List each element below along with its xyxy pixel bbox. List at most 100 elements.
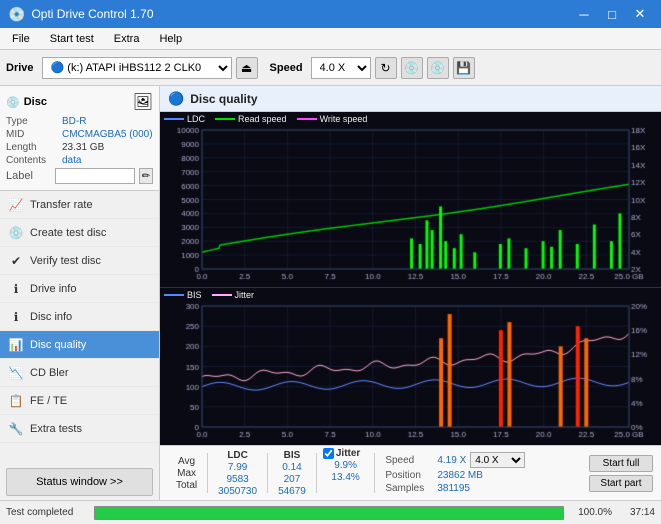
bis-chart-canvas <box>160 288 661 445</box>
max-row-label: Max <box>176 468 197 479</box>
disc-type-row: Type BD-R <box>6 116 153 127</box>
avg-jitter: 9.9% <box>323 460 368 471</box>
samples-row: Samples 381195 <box>385 483 525 494</box>
nav-verify-test-label: Verify test disc <box>30 255 101 267</box>
max-bis: 207 <box>278 474 306 485</box>
ldc-label: LDC <box>187 114 205 124</box>
bis-col-header: BIS <box>278 450 306 461</box>
progress-pct: 100.0% <box>572 507 612 518</box>
progress-bar-inner <box>95 507 563 519</box>
ldc-col-header: LDC <box>218 450 257 461</box>
max-ldc: 9583 <box>218 474 257 485</box>
nav-cd-bler[interactable]: 📉 CD Bler <box>0 359 159 387</box>
menu-extra[interactable]: Extra <box>106 31 148 47</box>
jitter-checkbox[interactable] <box>323 448 334 459</box>
legend-bis: BIS <box>164 290 202 300</box>
status-window-button[interactable]: Status window >> <box>6 468 153 496</box>
disc-button-1[interactable]: 💿 <box>401 57 423 79</box>
main-area: 💿 Disc 🖼 Type BD-R MID CMCMAGBA5 (000) L… <box>0 86 661 500</box>
refresh-button[interactable]: ↻ <box>375 57 397 79</box>
maximize-button[interactable]: □ <box>599 3 625 25</box>
progress-bar-outer <box>94 506 564 520</box>
content-header: 🔵 Disc quality <box>160 86 661 112</box>
speed-position-section: Speed 4.19 X 4.0 X Position 23862 MB Sam… <box>377 452 533 494</box>
legend-ldc: LDC <box>164 114 205 124</box>
disc-length-row: Length 23.31 GB <box>6 142 153 153</box>
minimize-button[interactable]: ─ <box>571 3 597 25</box>
nav-transfer-rate-label: Transfer rate <box>30 199 93 211</box>
drive-label: Drive <box>6 62 34 74</box>
samples-label: Samples <box>385 483 433 494</box>
nav-disc-quality[interactable]: 📊 Disc quality <box>0 331 159 359</box>
disc-button-2[interactable]: 💿 <box>427 57 449 79</box>
start-part-button[interactable]: Start part <box>589 475 653 492</box>
start-full-button[interactable]: Start full <box>589 455 653 472</box>
speed-label: Speed <box>270 62 303 74</box>
jitter-label2: Jitter <box>235 290 255 300</box>
extra-tests-icon: 🔧 <box>8 422 24 436</box>
disc-contents-row: Contents data <box>6 155 153 166</box>
stats-headers: Avg Max Total <box>168 455 205 491</box>
titlebar-left: 💿 Opti Drive Control 1.70 <box>8 6 154 23</box>
disc-icon-area: 💿 Disc <box>6 96 47 109</box>
bis-color <box>164 294 184 296</box>
max-jitter: 13.4% <box>323 472 368 483</box>
chart1-legend: LDC Read speed Write speed <box>164 114 367 124</box>
speed-select[interactable]: 4.0 X <box>470 452 525 468</box>
stats-ldc-col: LDC 7.99 9583 3050730 <box>210 450 265 497</box>
write-label: Write speed <box>320 114 368 124</box>
speed-selector[interactable]: 4.0 X <box>311 57 371 79</box>
close-button[interactable]: ✕ <box>627 3 653 25</box>
menubar: File Start test Extra Help <box>0 28 661 50</box>
position-row: Position 23862 MB <box>385 470 525 481</box>
nav-items: 📈 Transfer rate 💿 Create test disc ✔ Ver… <box>0 191 159 443</box>
nav-create-test[interactable]: 💿 Create test disc <box>0 219 159 247</box>
save-button[interactable]: 💾 <box>453 57 475 79</box>
jitter-checkbox-row: Jitter <box>323 448 360 459</box>
ldc-color <box>164 118 184 120</box>
disc-mid-row: MID CMCMAGBA5 (000) <box>6 129 153 140</box>
eject-button[interactable]: ⏏ <box>236 57 258 79</box>
nav-create-test-label: Create test disc <box>30 227 106 239</box>
disc-label-row: Label ✏ <box>6 168 153 184</box>
legend-jitter: Jitter <box>212 290 255 300</box>
speed-stat-val: 4.19 X <box>437 455 466 466</box>
disc-header: 💿 Disc 🖼 <box>6 92 153 112</box>
speed-stat-label: Speed <box>385 455 433 466</box>
charts-area: LDC Read speed Write speed <box>160 112 661 445</box>
menu-help[interactable]: Help <box>151 31 190 47</box>
disc-quality-icon: 📊 <box>8 338 24 352</box>
contents-label: Contents <box>6 155 58 166</box>
jitter-color <box>212 294 232 296</box>
nav-transfer-rate[interactable]: 📈 Transfer rate <box>0 191 159 219</box>
content-area: 🔵 Disc quality LDC Read speed <box>160 86 661 500</box>
transfer-rate-icon: 📈 <box>8 198 24 212</box>
progressbar-area: Test completed 100.0% 37:14 <box>0 500 661 524</box>
nav-verify-test[interactable]: ✔ Verify test disc <box>0 247 159 275</box>
drive-selector[interactable]: 🔵 (k:) ATAPI iHBS112 2 CLK0 <box>42 57 232 79</box>
menu-file[interactable]: File <box>4 31 38 47</box>
jitter-section: Jitter 9.9% 13.4% <box>319 448 372 498</box>
length-label: Length <box>6 142 58 153</box>
write-color <box>297 118 317 120</box>
read-label: Read speed <box>238 114 287 124</box>
nav-fe-te[interactable]: 📋 FE / TE <box>0 387 159 415</box>
nav-disc-quality-label: Disc quality <box>30 339 86 351</box>
nav-extra-tests[interactable]: 🔧 Extra tests <box>0 415 159 443</box>
label-input[interactable] <box>55 168 135 184</box>
total-ldc: 3050730 <box>218 486 257 497</box>
label-edit-button[interactable]: ✏ <box>139 168 153 184</box>
jitter-col-header: Jitter <box>336 448 360 459</box>
disc-panel: 💿 Disc 🖼 Type BD-R MID CMCMAGBA5 (000) L… <box>0 86 159 191</box>
nav-cd-bler-label: CD Bler <box>30 367 69 379</box>
menu-start-test[interactable]: Start test <box>42 31 102 47</box>
stats-bar: Avg Max Total LDC 7.99 9583 3050730 BIS … <box>160 445 661 500</box>
position-label: Position <box>385 470 433 481</box>
contents-value: data <box>62 155 81 166</box>
nav-drive-info[interactable]: ℹ Drive info <box>0 275 159 303</box>
legend-read: Read speed <box>215 114 287 124</box>
toolbar: Drive 🔵 (k:) ATAPI iHBS112 2 CLK0 ⏏ Spee… <box>0 50 661 86</box>
create-test-icon: 💿 <box>8 226 24 240</box>
disc-icon: 💿 <box>6 96 20 109</box>
nav-disc-info[interactable]: ℹ Disc info <box>0 303 159 331</box>
